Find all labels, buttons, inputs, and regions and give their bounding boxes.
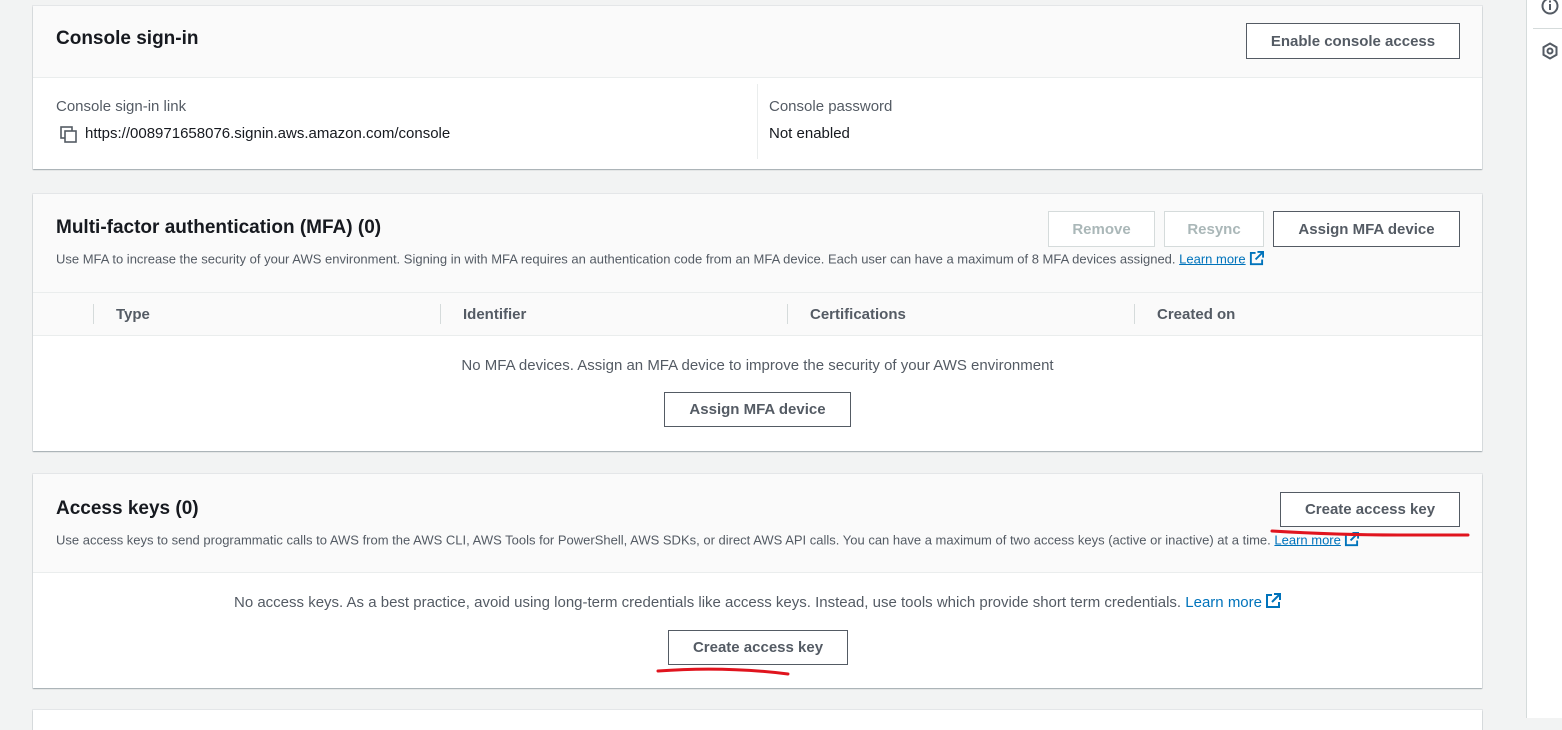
column-header-identifier[interactable]: Identifier <box>463 293 526 335</box>
access-keys-learn-more-link[interactable]: Learn more <box>1274 532 1340 547</box>
mfa-learn-more-link[interactable]: Learn more <box>1179 251 1245 266</box>
column-separator <box>1134 304 1135 324</box>
access-keys-empty-message: No access keys. As a best practice, avoi… <box>33 593 1482 613</box>
external-link-icon <box>1249 251 1264 269</box>
console-signin-link-value[interactable]: https://008971658076.signin.aws.amazon.c… <box>85 125 450 142</box>
column-divider <box>757 84 758 159</box>
access-keys-empty-learn-more-link[interactable]: Learn more <box>1185 594 1262 611</box>
column-header-type[interactable]: Type <box>116 293 150 335</box>
column-header-created-on[interactable]: Created on <box>1157 293 1235 335</box>
mfa-description: Use MFA to increase the security of your… <box>56 251 1264 269</box>
console-password-label: Console password <box>769 98 893 115</box>
mfa-card: Multi-factor authentication (MFA) (0) Us… <box>33 194 1482 451</box>
access-keys-description-text: Use access keys to send programmatic cal… <box>56 532 1271 548</box>
column-separator <box>787 304 788 324</box>
mfa-empty-message: No MFA devices. Assign an MFA device to … <box>461 357 1054 374</box>
access-keys-header: Access keys (0) Use access keys to send … <box>33 474 1482 573</box>
assign-mfa-device-button[interactable]: Assign MFA device <box>1273 211 1460 247</box>
console-signin-header: Console sign-in Enable console access <box>33 6 1482 78</box>
console-signin-link-label: Console sign-in link <box>56 98 187 115</box>
access-keys-title: Access keys (0) <box>56 498 199 519</box>
mfa-resync-button[interactable]: Resync <box>1164 211 1264 247</box>
create-access-key-button[interactable]: Create access key <box>1280 492 1460 527</box>
console-signin-card: Console sign-in Enable console access Co… <box>33 6 1482 169</box>
empty-create-access-key-button[interactable]: Create access key <box>668 630 848 665</box>
next-card <box>33 710 1482 730</box>
console-signin-title: Console sign-in <box>56 28 199 49</box>
access-keys-card: Access keys (0) Use access keys to send … <box>33 474 1482 688</box>
mfa-description-text: Use MFA to increase the security of your… <box>56 251 1176 267</box>
access-keys-description: Use access keys to send programmatic cal… <box>56 532 1359 550</box>
mfa-remove-button[interactable]: Remove <box>1048 211 1155 247</box>
access-keys-empty-text: No access keys. As a best practice, avoi… <box>234 593 1182 611</box>
console-password-value: Not enabled <box>769 125 850 142</box>
mfa-table-header: Type Identifier Certifications Created o… <box>33 293 1482 336</box>
right-utility-panel <box>1526 0 1562 718</box>
copy-icon[interactable] <box>60 126 78 144</box>
hexagon-settings-icon[interactable] <box>1541 42 1559 60</box>
mfa-title: Multi-factor authentication (MFA) (0) <box>56 217 382 238</box>
panel-divider <box>1533 28 1562 29</box>
info-icon[interactable] <box>1541 0 1559 15</box>
external-link-icon <box>1344 532 1359 550</box>
external-link-icon <box>1265 593 1281 613</box>
empty-assign-mfa-device-button[interactable]: Assign MFA device <box>664 392 851 427</box>
mfa-header: Multi-factor authentication (MFA) (0) Us… <box>33 194 1482 293</box>
enable-console-access-button[interactable]: Enable console access <box>1246 23 1460 59</box>
column-header-certifications[interactable]: Certifications <box>810 293 906 335</box>
column-separator <box>440 304 441 324</box>
column-separator <box>93 304 94 324</box>
